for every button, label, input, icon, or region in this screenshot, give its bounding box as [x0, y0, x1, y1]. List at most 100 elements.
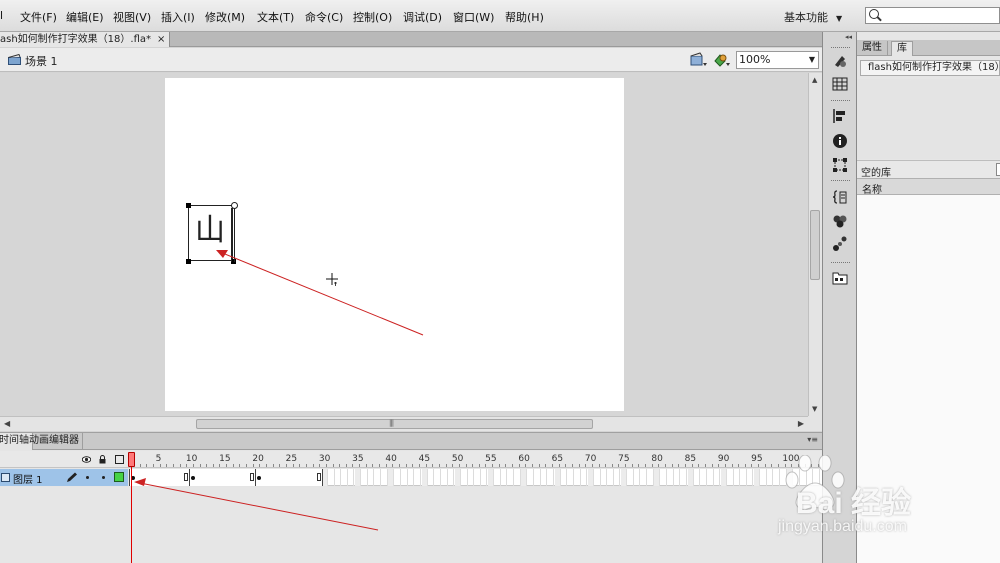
frame-cell[interactable] [687, 469, 694, 486]
frame-cell[interactable] [561, 469, 568, 486]
frame-cell[interactable] [382, 469, 388, 486]
eye-icon[interactable] [82, 455, 91, 464]
frame-cell[interactable] [714, 469, 721, 486]
frame-cell[interactable] [774, 469, 781, 486]
frame-cell[interactable] [535, 469, 541, 486]
swatches-icon[interactable] [832, 53, 848, 69]
frame-cell[interactable] [674, 469, 681, 486]
frame-cell[interactable] [415, 469, 421, 486]
frame-cell[interactable] [554, 469, 561, 486]
frame-cell[interactable] [335, 469, 342, 486]
frame-cell[interactable] [368, 469, 375, 486]
frame-cell[interactable] [521, 469, 528, 486]
frame-cell[interactable] [628, 469, 634, 486]
menu-control[interactable]: 控制(O) [353, 9, 392, 25]
frame-cell[interactable] [402, 469, 408, 486]
align-icon[interactable] [832, 108, 848, 124]
frame-cell[interactable] [728, 469, 734, 486]
frame-cell[interactable] [641, 469, 648, 486]
column-name[interactable]: 名称 [862, 181, 882, 196]
dock-grip[interactable] [831, 100, 850, 102]
frame-cell[interactable] [448, 469, 455, 486]
library-icon[interactable] [832, 270, 848, 286]
dock-grip[interactable] [831, 262, 850, 264]
scroll-thumb[interactable] [810, 210, 820, 280]
tab-properties[interactable]: 属性 [857, 41, 888, 56]
frame-cell[interactable] [761, 469, 767, 486]
frame-cell[interactable] [708, 469, 714, 486]
frames-track[interactable] [129, 469, 822, 486]
frame-cell[interactable] [581, 469, 588, 486]
frame-cell[interactable] [568, 469, 574, 486]
frame-cell[interactable] [787, 469, 794, 486]
frame-cell[interactable] [781, 469, 787, 486]
frame-cell[interactable] [654, 469, 661, 486]
frame-cell[interactable] [454, 469, 461, 486]
frame-cell[interactable] [595, 469, 601, 486]
frame-cell[interactable] [734, 469, 741, 486]
text-field[interactable]: 山 [188, 205, 233, 261]
frame-span[interactable] [188, 469, 257, 486]
collapse-panels-icon[interactable]: ◂◂ [845, 33, 852, 41]
frame-cell[interactable] [435, 469, 441, 486]
frame-cell[interactable] [375, 469, 382, 486]
frame-cell[interactable] [342, 469, 348, 486]
frame-cell[interactable] [355, 469, 362, 486]
frame-cell[interactable] [661, 469, 667, 486]
scroll-left-icon[interactable]: ◀ [4, 419, 10, 428]
frame-cell[interactable] [575, 469, 581, 486]
layer-row[interactable]: 图层 1 [0, 469, 822, 486]
edit-symbol-icon[interactable] [713, 52, 731, 68]
playhead[interactable] [128, 452, 135, 467]
frame-cell[interactable] [488, 469, 495, 486]
menu-edit[interactable]: 编辑(E) [66, 9, 104, 25]
frame-cell[interactable] [329, 469, 335, 486]
dock-grip[interactable] [831, 47, 850, 49]
frame-cell[interactable] [348, 469, 355, 486]
frame-cell[interactable] [741, 469, 747, 486]
menu-view[interactable]: 视图(V) [113, 9, 151, 25]
layer-info[interactable]: 图层 1 [0, 469, 128, 486]
frame-cell[interactable] [648, 469, 654, 486]
frame-cell[interactable] [767, 469, 774, 486]
frame-cell[interactable] [541, 469, 548, 486]
frame-cell[interactable] [747, 469, 754, 486]
selection-handle[interactable] [186, 203, 191, 208]
keyframe-dot[interactable] [190, 476, 195, 480]
frame-cell[interactable] [720, 469, 727, 486]
scene-label[interactable]: 场景 1 [25, 53, 58, 69]
visibility-dot[interactable] [86, 476, 89, 479]
frame-cell[interactable] [668, 469, 674, 486]
menu-help[interactable]: 帮助(H) [505, 9, 544, 25]
tab-motion-editor[interactable]: 动画编辑器 [26, 433, 83, 450]
lock-icon[interactable] [98, 455, 107, 464]
frame-cell[interactable] [481, 469, 488, 486]
scroll-down-icon[interactable]: ▼ [812, 405, 817, 413]
frame-cell[interactable] [528, 469, 534, 486]
menu-file[interactable]: 文件(F) [20, 9, 57, 25]
stage-horizontal-scrollbar[interactable]: ◀ ||| ▶ [0, 416, 808, 431]
menu-modify[interactable]: 修改(M) [205, 9, 245, 25]
code-snippets-icon[interactable] [832, 189, 848, 205]
frame-cell[interactable] [395, 469, 401, 486]
frame-cell[interactable] [614, 469, 621, 486]
text-field-resize-handle[interactable] [231, 202, 238, 209]
frame-cell[interactable] [515, 469, 521, 486]
grid-align-icon[interactable] [832, 76, 848, 92]
frame-cell[interactable] [408, 469, 415, 486]
edit-scene-icon[interactable] [690, 52, 708, 68]
frame-cell[interactable] [508, 469, 515, 486]
frame-cell[interactable] [501, 469, 508, 486]
menu-window[interactable]: 窗口(W) [453, 9, 494, 25]
menu-commands[interactable]: 命令(C) [305, 9, 343, 25]
library-document-select[interactable]: flash如何制作打字效果（18） [860, 60, 1000, 76]
tab-library[interactable]: 库 [891, 41, 913, 56]
motion-presets-icon[interactable] [832, 236, 848, 252]
stage-vertical-scrollbar[interactable]: ▲ ▼ [808, 73, 822, 416]
frame-cell[interactable] [701, 469, 707, 486]
menu-text[interactable]: 文本(T) [257, 9, 294, 25]
zoom-select[interactable]: 100% ▼ [736, 51, 819, 69]
frame-cell[interactable] [548, 469, 554, 486]
layer-outline-color[interactable] [114, 472, 124, 482]
frame-cell[interactable] [388, 469, 395, 486]
